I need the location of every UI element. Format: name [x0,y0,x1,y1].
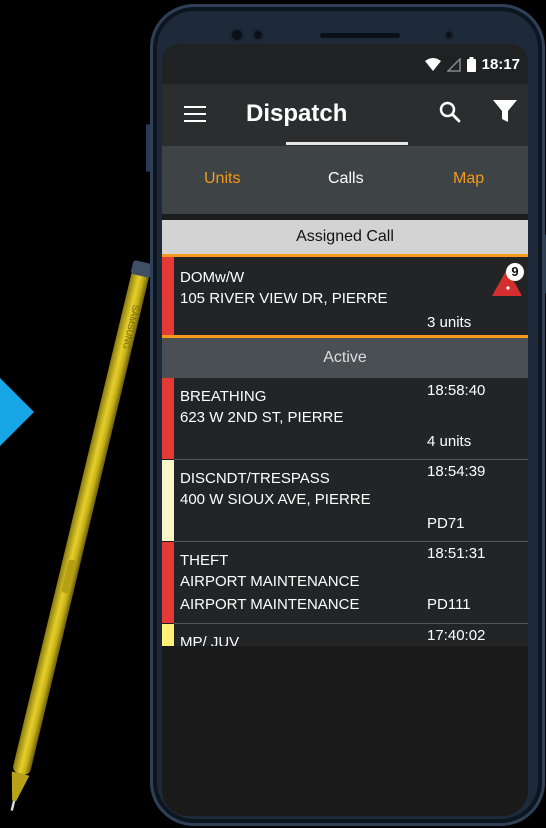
call-units: 3 units [427,314,472,331]
priority-stripe [162,257,174,335]
tab-calls[interactable]: Calls [328,170,364,188]
priority-stripe [162,624,174,646]
call-units: PD71 [427,515,465,532]
calls-list: Assigned Call DOMw/W 105 RIVER VIEW DR, … [162,214,528,646]
priority-stripe [162,378,174,459]
phone-screen: 18:17 Dispatch Units Calls Map Assigned … [162,44,528,816]
bixby-button [146,124,150,172]
call-time: 17:40:02 [427,627,486,644]
tab-map[interactable]: Map [453,170,484,188]
call-type: THEFT [180,552,229,569]
call-item[interactable]: THEFT 18:51:31 AIRPORT MAINTENANCE AIRPO… [162,542,528,623]
title-underline [286,142,408,145]
assigned-call-header: Assigned Call [162,220,528,254]
call-time: 18:54:39 [427,463,486,480]
sensor-icon [230,28,244,42]
call-type: DOMw/W [180,269,245,286]
alert-count-badge: 9 [506,263,524,281]
call-address: 400 W SIOUX AVE, PIERRE [180,491,371,508]
call-time: 18:51:31 [427,545,486,562]
priority-stripe [162,542,174,623]
call-units: 4 units [427,433,472,450]
call-item[interactable]: MP/ JUV 17:40:02 [162,624,528,646]
app-title: Dispatch [246,100,348,127]
screen-empty-area [162,646,528,816]
search-icon[interactable] [438,100,462,124]
phone-top-sensors [208,24,488,46]
battery-icon [466,57,476,72]
menu-icon[interactable] [184,106,206,122]
assigned-call-item[interactable]: DOMw/W 105 RIVER VIEW DR, PIERRE 3 units… [162,257,528,335]
priority-stripe [162,460,174,541]
call-address: AIRPORT MAINTENANCE [180,573,360,590]
active-calls-header: Active [162,338,528,378]
iris-scanner-icon [444,30,454,40]
call-item[interactable]: DISCNDT/TRESPASS 18:54:39 400 W SIOUX AV… [162,460,528,541]
call-units: PD111 [427,596,471,613]
call-item[interactable]: BREATHING 18:58:40 623 W 2ND ST, PIERRE … [162,378,528,459]
tab-units[interactable]: Units [204,170,240,188]
call-address: 623 W 2ND ST, PIERRE [180,409,344,426]
front-camera-icon [252,29,264,41]
speaker-grille [320,33,400,38]
call-type: DISCNDT/TRESPASS [180,470,330,487]
wifi-icon [424,57,441,71]
status-bar: 18:17 [162,44,528,84]
call-time: 18:58:40 [427,382,486,399]
alert-badge[interactable]: 9 [488,263,528,299]
call-type: BREATHING [180,388,267,405]
call-type: MP/ JUV [180,634,240,646]
tab-bar: Units Calls Map [162,146,528,214]
signal-icon [446,57,461,72]
filter-icon[interactable] [492,98,518,124]
status-time: 18:17 [481,56,520,73]
call-address-line2: AIRPORT MAINTENANCE [180,596,360,613]
call-address: 105 RIVER VIEW DR, PIERRE [180,290,388,307]
